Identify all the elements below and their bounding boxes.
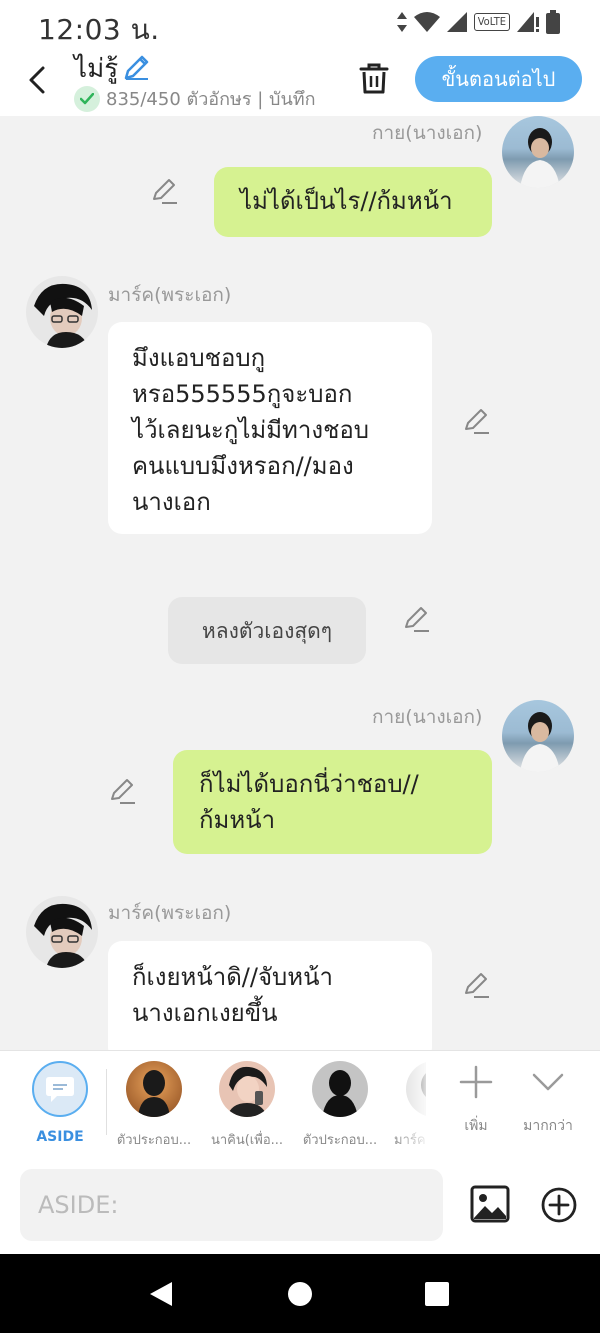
message-sender-name: กาย(นางเอก) bbox=[372, 122, 483, 144]
data-arrows-icon bbox=[396, 12, 407, 32]
home-circle-icon[interactable] bbox=[286, 1280, 314, 1308]
message-sender-name: มาร์ค(พระเอก) bbox=[108, 284, 232, 306]
volte-icon: VoLTE bbox=[473, 13, 510, 31]
char-count-row: 835/450 ตัวอักษร | บันทึก bbox=[74, 84, 316, 113]
message-line: คนแบบมึงหรอก//มอง bbox=[132, 452, 354, 480]
status-icons: VoLTE bbox=[396, 10, 560, 34]
avatar[interactable] bbox=[26, 896, 98, 968]
pencil-icon[interactable] bbox=[122, 52, 152, 82]
header: ไม่รู้ 835/450 ตัวอักษร | บันทึก ขั้นตอน… bbox=[0, 48, 600, 116]
status-time: 12:03 น. bbox=[38, 13, 160, 46]
message-line: หรอ555555กูจะบอก bbox=[132, 380, 353, 408]
status-bar: 12:03 น. VoLTE bbox=[0, 0, 600, 48]
message-line: ก็ไม่ได้บอกนี่ว่าชอบ// bbox=[199, 770, 419, 798]
silhouette-avatar bbox=[312, 1061, 368, 1117]
photo-avatar bbox=[219, 1061, 275, 1117]
chat-area[interactable]: กาย(นางเอก) ไม่ได้เป็นไร//ก้มหน้า มาร์ค(… bbox=[0, 116, 600, 1050]
input-bar bbox=[0, 1158, 600, 1254]
plus-icon bbox=[459, 1065, 493, 1099]
message-sender-name: กาย(นางเอก) bbox=[372, 706, 483, 728]
char-count: 835/450 ตัวอักษร | บันทึก bbox=[106, 89, 316, 110]
recents-square-icon[interactable] bbox=[423, 1280, 451, 1308]
navigation-bar bbox=[0, 1254, 600, 1333]
pencil-icon[interactable] bbox=[108, 776, 138, 806]
character-item[interactable]: ตัวประกอบ... bbox=[108, 1061, 200, 1150]
more-button[interactable]: มากกว่า bbox=[518, 1065, 578, 1137]
character-label: ASIDE bbox=[36, 1129, 84, 1145]
character-aside[interactable]: ASIDE bbox=[14, 1061, 106, 1145]
title-area: ไม่รู้ bbox=[74, 48, 149, 89]
chevron-left-icon bbox=[29, 66, 45, 94]
story-title[interactable]: ไม่รู้ bbox=[74, 48, 118, 89]
signal-alert-icon bbox=[517, 12, 539, 32]
chevron-down-icon bbox=[532, 1073, 564, 1091]
message-line: นางเอกเงยขึ้น bbox=[132, 999, 278, 1027]
wifi-icon bbox=[413, 12, 440, 32]
pencil-icon[interactable] bbox=[462, 406, 492, 436]
chat-bubble-icon bbox=[46, 1077, 74, 1102]
aside-bubble[interactable]: หลงตัวเองสุดๆ bbox=[168, 597, 366, 664]
message-bubble[interactable]: มึงแอบชอบกู หรอ555555กูจะบอก ไว้เลยนะกูไ… bbox=[108, 322, 432, 534]
signal-icon bbox=[446, 12, 467, 32]
check-icon bbox=[74, 85, 100, 112]
trash-icon[interactable] bbox=[356, 60, 392, 96]
message-line: มึงแอบชอบกู bbox=[132, 344, 266, 372]
avatar[interactable] bbox=[502, 116, 574, 188]
message-bubble[interactable]: ไม่ได้เป็นไร//ก้มหน้า bbox=[214, 167, 492, 237]
message-line: นางเอก bbox=[132, 488, 211, 516]
divider bbox=[106, 1069, 107, 1135]
add-label: เพิ่ม bbox=[464, 1118, 488, 1134]
pencil-icon[interactable] bbox=[402, 604, 432, 634]
pencil-icon[interactable] bbox=[150, 176, 180, 206]
character-label: ตัวประกอบ... bbox=[116, 1133, 192, 1148]
aside-avatar bbox=[32, 1061, 88, 1117]
character-item[interactable]: นาคิน(เพื่อ... bbox=[201, 1061, 293, 1150]
avatar[interactable] bbox=[502, 700, 574, 772]
message-line: ก้มหน้า bbox=[199, 806, 276, 834]
message-sender-name: มาร์ค(พระเอก) bbox=[108, 902, 232, 924]
scroll-fade bbox=[392, 1051, 432, 1151]
character-bar: ASIDE ตัวประกอบ... นาคิน(เพื่อ... ตัวประ… bbox=[0, 1050, 600, 1158]
message-line: ไว้เลยนะกูไม่มีทางชอบ bbox=[132, 416, 370, 444]
image-icon[interactable] bbox=[470, 1185, 510, 1223]
next-step-button[interactable]: ขั้นตอนต่อไป bbox=[415, 56, 582, 102]
pencil-icon[interactable] bbox=[462, 970, 492, 1000]
battery-icon bbox=[546, 10, 560, 34]
back-button[interactable] bbox=[22, 60, 52, 100]
message-bubble[interactable]: ก็ไม่ได้บอกนี่ว่าชอบ// ก้มหน้า bbox=[173, 750, 492, 854]
character-label: นาคิน(เพื่อ... bbox=[210, 1133, 284, 1148]
message-bubble[interactable]: ก็เงยหน้าดิ//จับหน้า นางเอกเงยขึ้น bbox=[108, 941, 432, 1050]
more-label: มากกว่า bbox=[523, 1118, 573, 1134]
avatar[interactable] bbox=[26, 276, 98, 348]
back-triangle-icon[interactable] bbox=[148, 1280, 176, 1308]
silhouette-avatar bbox=[126, 1061, 182, 1117]
message-input[interactable] bbox=[20, 1169, 443, 1241]
add-circle-icon[interactable] bbox=[540, 1186, 578, 1224]
add-character-button[interactable]: เพิ่ม bbox=[446, 1065, 506, 1137]
message-line: ก็เงยหน้าดิ//จับหน้า bbox=[132, 963, 333, 991]
volte-label: VoLTE bbox=[477, 15, 506, 28]
